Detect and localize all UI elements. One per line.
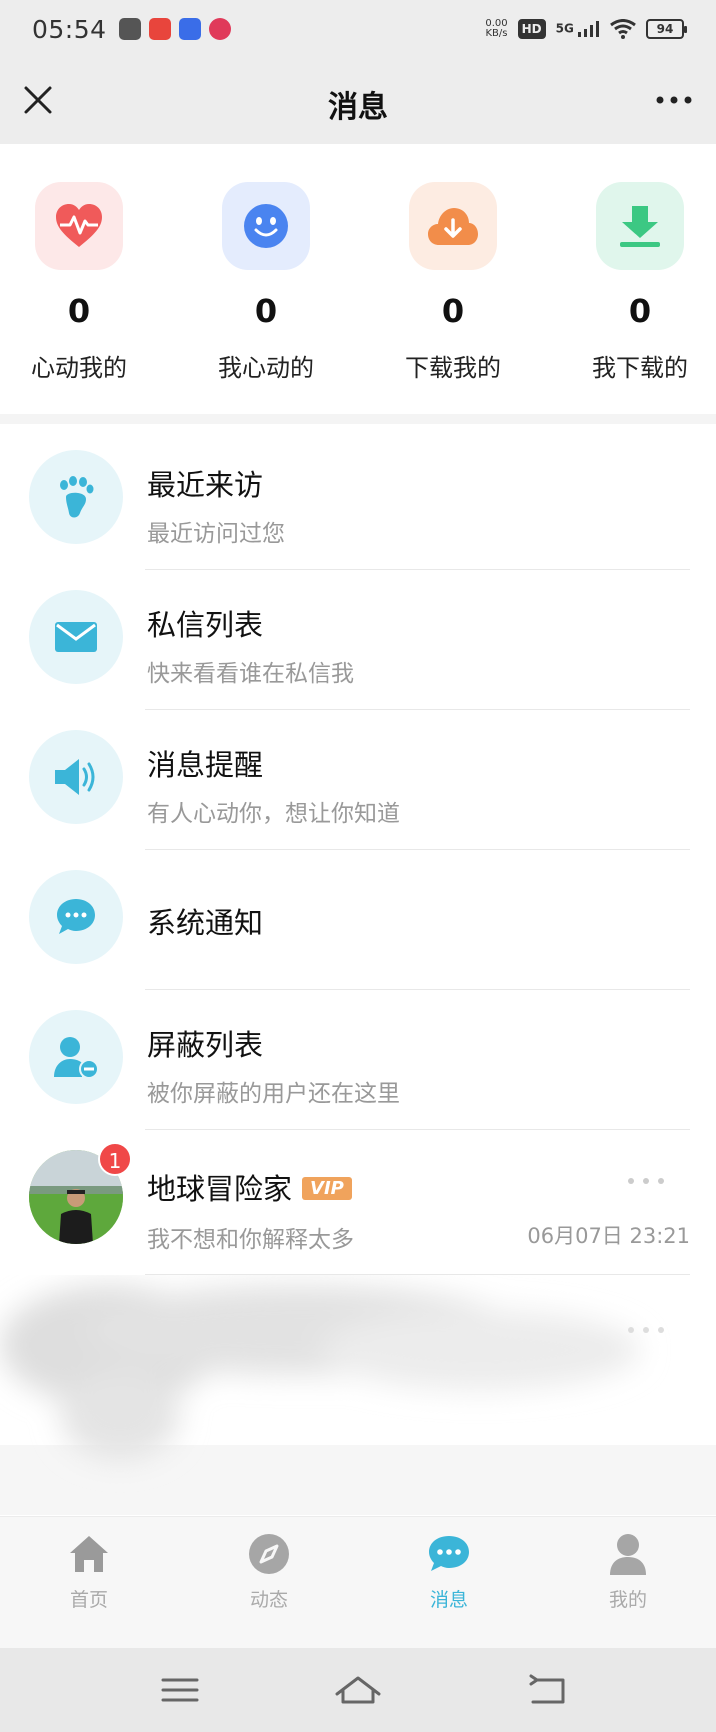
- last-message: 我不想和你解释太多: [147, 1227, 354, 1253]
- header-bar: 消息: [0, 58, 716, 144]
- taobao-notification-icon: [148, 18, 171, 40]
- menu-subtitle: 快来看看谁在私信我: [147, 661, 354, 687]
- cloud-download-icon: [409, 182, 497, 270]
- stat-count: 0: [441, 292, 465, 330]
- tab-label: 我的: [608, 1589, 647, 1611]
- home-nav-icon[interactable]: [333, 1670, 383, 1710]
- section-divider: [0, 414, 716, 424]
- stat-label: 我下载的: [592, 354, 688, 382]
- stat-count: 0: [254, 292, 278, 330]
- menu-recent-visitors[interactable]: 最近来访 最近访问过您: [0, 430, 716, 570]
- conversation-row[interactable]: 1 地球冒险家 VIP 我不想和你解释太多 06月07日 23:21: [0, 1132, 716, 1275]
- home-icon: [66, 1531, 112, 1577]
- tab-label: 动态: [249, 1589, 288, 1611]
- message-icon: [426, 1531, 472, 1577]
- network-speed: 0.00 KB/s: [485, 19, 507, 39]
- status-bar: 05:54 0.00 KB/s HD 5G 94: [0, 0, 716, 58]
- system-nav-bar: [0, 1648, 716, 1732]
- battery-icon: 94: [646, 19, 687, 39]
- hd-icon: HD: [517, 19, 546, 39]
- download-icon: [596, 182, 684, 270]
- page-title: 消息: [328, 90, 388, 125]
- menu-subtitle: 有人心动你，想让你知道: [147, 801, 400, 827]
- conversation-name: 地球冒险家 VIP: [147, 1166, 352, 1208]
- baidu-notification-icon: [178, 18, 201, 40]
- menu-title: 最近来访: [147, 468, 264, 502]
- block-user-icon: [29, 1010, 123, 1104]
- menu-message-reminders[interactable]: 消息提醒 有人心动你，想让你知道: [0, 710, 716, 850]
- stat-label: 心动我的: [31, 354, 127, 382]
- network-speed-unit: KB/s: [485, 28, 508, 39]
- status-time: 05:54: [32, 14, 107, 44]
- stat-label: 我心动的: [218, 354, 314, 382]
- vip-badge: VIP: [302, 1176, 352, 1200]
- mail-icon: [29, 590, 123, 684]
- menu-system-notifications[interactable]: 系统通知: [0, 850, 716, 990]
- tab-home[interactable]: 首页: [29, 1531, 149, 1612]
- message-time: 06月07日 23:21: [527, 1224, 690, 1248]
- app2-notification-icon: [208, 18, 231, 40]
- chat-bubble-icon: [29, 870, 123, 964]
- tab-label: 首页: [69, 1589, 108, 1611]
- heartbeat-icon: [35, 182, 123, 270]
- notification-icons: [118, 18, 231, 40]
- tab-moments[interactable]: 动态: [209, 1531, 329, 1612]
- footprint-icon: [29, 450, 123, 544]
- app-notification-icon: [118, 18, 141, 40]
- stat-count: 0: [628, 292, 652, 330]
- menu-title: 消息提醒: [147, 748, 264, 782]
- tab-profile[interactable]: 我的: [568, 1531, 688, 1612]
- stats-panel: 0 心动我的 0 我心动的 0 下载我的 0 我下载的: [0, 144, 716, 414]
- menu-title: 私信列表: [147, 608, 264, 642]
- bottom-tab-bar: 首页 动态 消息 我的: [0, 1516, 716, 1648]
- more-icon[interactable]: [626, 1176, 666, 1186]
- more-options-icon[interactable]: [652, 88, 696, 112]
- menu-private-messages[interactable]: 私信列表 快来看看谁在私信我: [0, 570, 716, 710]
- menu-title: 系统通知: [147, 906, 264, 940]
- stat-label: 下载我的: [405, 354, 501, 382]
- smiley-icon: [222, 182, 310, 270]
- stat-count: 0: [67, 292, 91, 330]
- menu-icon[interactable]: [155, 1670, 205, 1710]
- row-divider: [145, 1129, 690, 1130]
- unread-badge: 1: [98, 1142, 132, 1176]
- menu-subtitle: 被你屏蔽的用户还在这里: [147, 1081, 400, 1107]
- back-icon[interactable]: [523, 1670, 573, 1710]
- signal-label: 5G: [555, 21, 574, 36]
- stat-liked-me[interactable]: 0 心动我的: [0, 182, 159, 383]
- stat-i-liked[interactable]: 0 我心动的: [186, 182, 346, 383]
- menu-subtitle: 最近访问过您: [147, 521, 285, 547]
- wifi-icon: [610, 19, 636, 39]
- speaker-icon: [29, 730, 123, 824]
- signal-icon: 5G: [556, 21, 600, 37]
- stat-i-downloaded[interactable]: 0 我下载的: [560, 182, 716, 383]
- redacted-conversation: [0, 1275, 716, 1515]
- tab-messages[interactable]: 消息: [389, 1531, 509, 1612]
- compass-icon: [246, 1531, 292, 1577]
- profile-icon: [605, 1531, 651, 1577]
- more-icon: [628, 1327, 664, 1333]
- stat-downloaded-me[interactable]: 0 下载我的: [373, 182, 533, 383]
- tab-label: 消息: [429, 1589, 468, 1611]
- contact-name: 地球冒险家: [147, 1172, 293, 1206]
- menu-title: 屏蔽列表: [147, 1028, 264, 1062]
- menu-block-list[interactable]: 屏蔽列表 被你屏蔽的用户还在这里: [0, 990, 716, 1130]
